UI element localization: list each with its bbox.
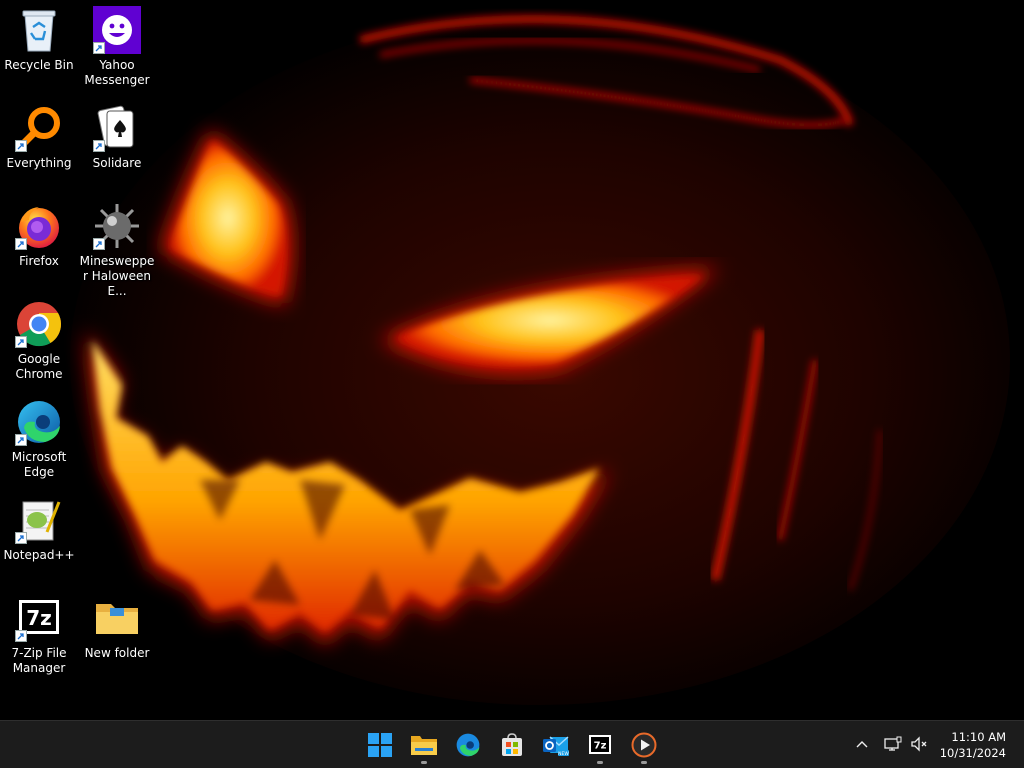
edge-icon bbox=[456, 733, 480, 757]
svg-text:7z: 7z bbox=[26, 606, 52, 630]
folder-icon bbox=[93, 594, 141, 642]
taskbar: NEW 7z 11:10 AM 10/31/2024 bbox=[0, 720, 1024, 768]
desktop-icon-label: 7-Zip File Manager bbox=[11, 646, 67, 675]
everything-search-icon bbox=[15, 104, 63, 152]
desktop-icon-new-folder[interactable]: New folder bbox=[78, 594, 156, 661]
volume-button[interactable] bbox=[908, 733, 930, 755]
7zip-icon: 7z bbox=[15, 594, 63, 642]
desktop-icon-recycle-bin[interactable]: Recycle Bin bbox=[0, 6, 78, 73]
edge-icon bbox=[15, 398, 63, 446]
desktop-icon-label: Solidare bbox=[92, 156, 142, 170]
notepad-plus-plus-icon bbox=[15, 496, 63, 544]
desktop-icon-microsoft-edge[interactable]: Microsoft Edge bbox=[0, 398, 78, 480]
shortcut-arrow-icon bbox=[15, 238, 27, 250]
desktop-icon-label: Microsoft Edge bbox=[11, 450, 67, 479]
taskbar-7zip[interactable]: 7z bbox=[580, 725, 620, 765]
chevron-up-icon bbox=[856, 741, 868, 748]
desktop-icon-label: Firefox bbox=[19, 254, 59, 268]
mine-icon bbox=[93, 202, 141, 250]
folder-icon bbox=[411, 736, 437, 755]
firefox-icon bbox=[15, 202, 63, 250]
desktop-icon-label: Everything bbox=[6, 156, 72, 170]
show-hidden-icons-button[interactable] bbox=[851, 733, 873, 755]
play-icon bbox=[631, 732, 657, 758]
shortcut-arrow-icon bbox=[15, 434, 27, 446]
windows-logo-icon bbox=[368, 733, 392, 757]
7zip-icon: 7z bbox=[589, 735, 611, 754]
taskbar-outlook[interactable]: NEW bbox=[536, 725, 576, 765]
clock-date: 10/31/2024 bbox=[939, 746, 1006, 760]
clock-time: 11:10 AM bbox=[951, 730, 1006, 744]
playing-cards-icon bbox=[93, 104, 141, 152]
shortcut-arrow-icon bbox=[93, 238, 105, 250]
chrome-icon bbox=[15, 300, 63, 348]
start-button[interactable] bbox=[360, 725, 400, 765]
shortcut-arrow-icon bbox=[15, 140, 27, 152]
taskbar-file-explorer[interactable] bbox=[404, 725, 444, 765]
network-button[interactable] bbox=[882, 733, 904, 755]
desktop-icon-minesweeper[interactable]: Mineswepper Haloween E... bbox=[78, 202, 156, 299]
desktop[interactable]: Recycle Bin Yahoo Messenger Everything S… bbox=[0, 0, 1024, 720]
recycle-bin-icon bbox=[15, 6, 63, 54]
desktop-icon-label: New folder bbox=[84, 646, 150, 660]
store-icon bbox=[502, 733, 522, 756]
svg-text:NEW: NEW bbox=[558, 751, 569, 757]
desktop-icon-google-chrome[interactable]: Google Chrome bbox=[0, 300, 78, 382]
running-indicator bbox=[641, 761, 647, 764]
desktop-icon-label: Yahoo Messenger bbox=[84, 58, 150, 87]
shortcut-arrow-icon bbox=[15, 532, 27, 544]
desktop-icon-label: Notepad++ bbox=[3, 548, 75, 562]
outlook-icon: NEW bbox=[543, 736, 569, 757]
desktop-icon-label: Mineswepper Haloween E... bbox=[79, 254, 155, 298]
shortcut-arrow-icon bbox=[93, 42, 105, 54]
desktop-icon-notepad-plus-plus[interactable]: Notepad++ bbox=[0, 496, 78, 563]
shortcut-arrow-icon bbox=[15, 336, 27, 348]
desktop-icon-everything[interactable]: Everything bbox=[0, 104, 78, 171]
network-icon bbox=[884, 736, 902, 751]
running-indicator bbox=[421, 761, 427, 764]
desktop-icon-label: Google Chrome bbox=[15, 352, 63, 381]
taskbar-edge[interactable] bbox=[448, 725, 488, 765]
volume-muted-icon bbox=[911, 736, 927, 752]
taskbar-store[interactable] bbox=[492, 725, 532, 765]
desktop-icon-label: Recycle Bin bbox=[4, 58, 74, 72]
desktop-icon-solidare[interactable]: Solidare bbox=[78, 104, 156, 171]
desktop-icon-firefox[interactable]: Firefox bbox=[0, 202, 78, 269]
shortcut-arrow-icon bbox=[93, 140, 105, 152]
shortcut-arrow-icon bbox=[15, 630, 27, 642]
svg-text:7z: 7z bbox=[594, 741, 607, 752]
running-indicator bbox=[597, 761, 603, 764]
desktop-icon-yahoo-messenger[interactable]: Yahoo Messenger bbox=[78, 6, 156, 88]
taskbar-media-player[interactable] bbox=[624, 725, 664, 765]
yahoo-messenger-icon bbox=[93, 6, 141, 54]
desktop-icon-7zip[interactable]: 7z 7-Zip File Manager bbox=[0, 594, 78, 676]
